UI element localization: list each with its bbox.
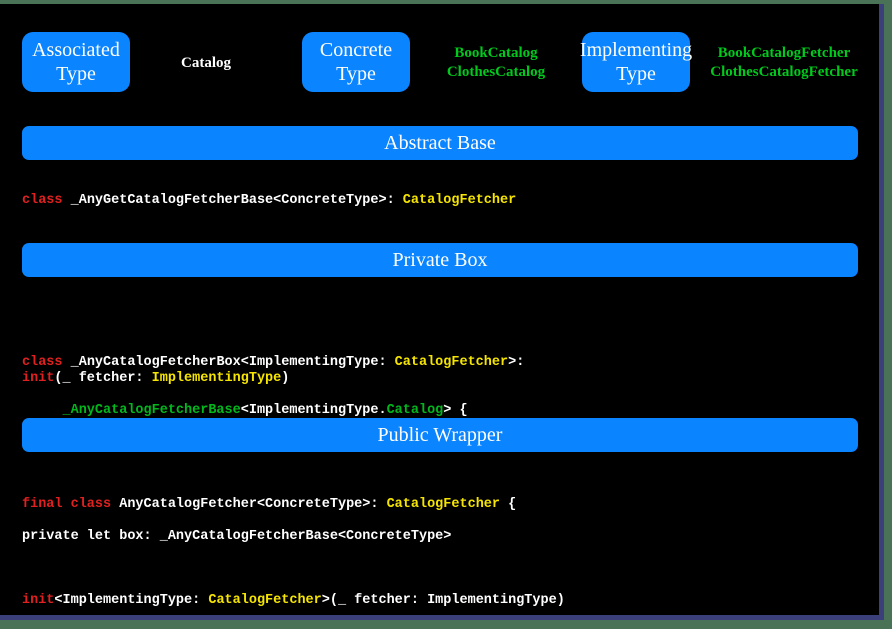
code-line-wrapper-property: private let box: _AnyCatalogFetcherBase<… (22, 529, 451, 545)
code-token: >(_ fetcher: ImplementingType) (321, 593, 565, 608)
code-token: class (22, 193, 63, 208)
code-token: class (22, 355, 63, 370)
legend-label-catalog: Catalog (181, 55, 231, 71)
code-token: { (500, 497, 517, 512)
code-token: init (22, 371, 55, 386)
code-token: <ImplementingType. (240, 403, 387, 418)
code-line-wrapper-declaration: final class AnyCatalogFetcher<ConcreteTy… (22, 497, 516, 513)
code-line: init<ImplementingType: CatalogFetcher>(_… (22, 593, 565, 609)
legend-catalog-type-1: BookCatalog (454, 45, 538, 61)
slide-canvas: Associated Type Catalog Concrete Type Bo… (0, 4, 879, 615)
code-block-wrapper-init: init<ImplementingType: CatalogFetcher>(_… (22, 561, 565, 615)
code-token: _AnyCatalogFetcherBase (22, 403, 241, 418)
legend-fetcher-type-1: BookCatalogFetcher (717, 45, 851, 61)
legend-pill-associated-type: Associated Type (22, 32, 130, 92)
legend-label-fetcher-types: BookCatalogFetcher ClothesCatalogFetcher (694, 44, 874, 82)
legend-pill-implementing-type-line2: Type (616, 63, 656, 85)
legend-pill-associated-type-line1: Associated (32, 39, 120, 61)
section-banner-public-wrapper: Public Wrapper (22, 418, 858, 452)
code-token: CatalogFetcher (386, 497, 500, 512)
code-token: >: (508, 355, 525, 370)
section-banner-private-box: Private Box (22, 243, 858, 277)
code-token: CatalogFetcher (402, 193, 517, 208)
section-banner-abstract-base: Abstract Base (22, 126, 858, 160)
legend-catalog-type-2: ClothesCatalog (446, 64, 546, 80)
legend-pill-concrete-type-line1: Concrete (319, 39, 393, 61)
legend-pill-associated-type-line2: Type (56, 63, 96, 85)
code-token: CatalogFetcher (208, 593, 322, 608)
code-line-abstract-base: class _AnyGetCatalogFetcherBase<Concrete… (22, 193, 516, 209)
code-line: _AnyCatalogFetcherBase<ImplementingType.… (22, 403, 524, 419)
code-line-private-box-init: init(_ fetcher: ImplementingType) (22, 371, 289, 387)
code-token: ) (281, 371, 290, 386)
legend-label-catalog-types: BookCatalog ClothesCatalog (418, 44, 574, 82)
legend-pill-concrete-type: Concrete Type (302, 32, 410, 92)
legend-pill-implementing-type: Implementing Type (579, 32, 693, 92)
type-legend-row: Associated Type Catalog Concrete Type Bo… (0, 4, 879, 108)
code-token: _AnyGetCatalogFetcherBase<ConcreteType>: (62, 193, 403, 208)
code-token: AnyCatalogFetcher<ConcreteType>: (111, 497, 387, 512)
code-token: > { (443, 403, 468, 418)
code-token: ImplementingType (151, 371, 282, 386)
presentation-slide-frame: Associated Type Catalog Concrete Type Bo… (0, 4, 884, 620)
legend-fetcher-type-2: ClothesCatalogFetcher (710, 64, 858, 80)
legend-pill-concrete-type-line2: Type (336, 63, 376, 85)
code-token: <ImplementingType: (54, 593, 209, 608)
code-token: Catalog (386, 403, 444, 418)
code-token: (_ fetcher: (54, 371, 152, 386)
code-token: CatalogFetcher (394, 355, 509, 370)
code-token: _AnyCatalogFetcherBox<ImplementingType: (62, 355, 395, 370)
code-token: final class (22, 497, 112, 512)
code-token: init (22, 593, 55, 608)
code-token: private let box: _AnyCatalogFetcherBase<… (22, 529, 452, 544)
legend-pill-implementing-type-line1: Implementing (579, 39, 693, 61)
code-line: class _AnyCatalogFetcherBox<Implementing… (22, 355, 524, 371)
